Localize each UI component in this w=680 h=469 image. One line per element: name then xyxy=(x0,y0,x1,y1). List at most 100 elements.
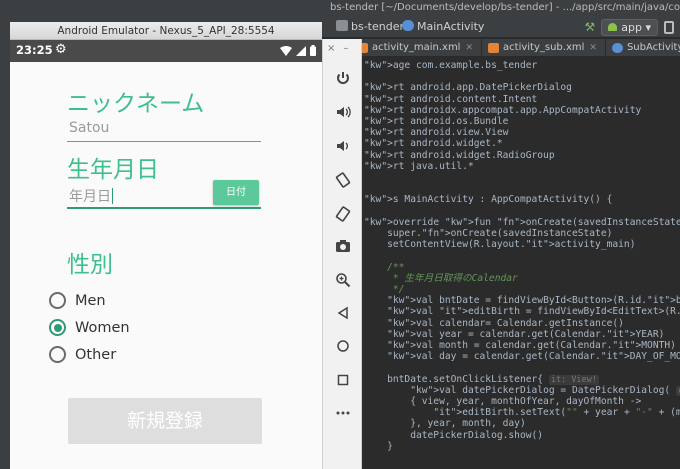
date-button[interactable]: 日付 xyxy=(213,180,259,205)
ide-window-title: bs-tender [~/Documents/develop/bs-tender… xyxy=(0,0,680,16)
breadcrumb-class[interactable]: MainActivity xyxy=(402,20,484,33)
zoom-icon xyxy=(336,273,351,288)
back-triangle-icon xyxy=(337,306,348,320)
rotate-right-button[interactable] xyxy=(323,203,363,225)
status-time: 23:25 xyxy=(16,43,53,57)
power-icon xyxy=(337,72,349,84)
code-editor[interactable]: "kw">age com.example.bs_tender "kw">rt an… xyxy=(350,57,680,469)
birthdate-placeholder: 年月日 xyxy=(69,189,111,205)
build-hammer-icon[interactable]: ⚒ xyxy=(584,20,595,34)
text-cursor xyxy=(112,188,113,204)
tab-activity-sub[interactable]: activity_sub.xml ✕ xyxy=(482,39,606,57)
run-toolbar: ⚒ app ▾ xyxy=(584,18,680,36)
tab-label: activity_main.xml xyxy=(372,42,461,53)
minimize-icon[interactable]: – xyxy=(343,43,356,54)
volume-up-button[interactable] xyxy=(323,101,363,123)
more-button[interactable] xyxy=(323,402,363,424)
radio-men[interactable]: Men xyxy=(49,292,106,309)
code-line: "kw">override "kw">fun "fn">onCreate(sav… xyxy=(364,216,680,228)
code-line: } xyxy=(364,440,393,452)
gender-label: 性別 xyxy=(67,252,113,278)
tab-activity-main[interactable]: activity_main.xml ✕ xyxy=(351,39,483,57)
signal-icon xyxy=(296,45,306,56)
register-button[interactable]: 新規登録 xyxy=(68,398,262,444)
param-hint: it: View! xyxy=(548,374,599,385)
rotate-left-icon xyxy=(335,172,351,188)
android-status-bar: 23:25 ⚙ xyxy=(10,40,322,62)
close-icon[interactable]: ✕ xyxy=(589,39,597,57)
code-line: "kw">val datePickerDialog = DatePickerDi… xyxy=(364,385,680,396)
code-line: setContentView(R.layout."it">activity_ma… xyxy=(364,239,636,251)
volume-down-button[interactable] xyxy=(323,135,363,157)
kotlin-class-icon xyxy=(611,43,623,53)
code-line: bntDate.setOnClickListener{ it: View! xyxy=(364,373,599,385)
tab-label: activity_sub.xml xyxy=(503,42,585,53)
code-line: */ xyxy=(364,284,405,295)
code-line: "kw">rt android.content.Intent xyxy=(364,93,538,105)
volume-down-icon xyxy=(337,141,348,151)
breadcrumb-project-label: bs-tender xyxy=(351,20,405,33)
more-dots-icon xyxy=(336,411,350,415)
editor-tabs: activity_main.xml ✕ activity_sub.xml ✕ Sub… xyxy=(350,39,680,57)
overview-button[interactable] xyxy=(323,369,363,391)
ide-left-panel xyxy=(0,16,10,469)
code-line: "kw">val day = calendar.get(Calendar."it… xyxy=(387,351,680,363)
code-line: "kw">rt android.view.View xyxy=(364,127,509,139)
param-hint: context: xyxy=(675,385,680,396)
close-icon[interactable]: × xyxy=(327,43,343,54)
code-line: "it">editBirth.setText("" + year + "-" +… xyxy=(433,407,680,419)
radio-other[interactable]: Other xyxy=(49,346,116,363)
code-line: "kw">s MainActivity : AppCompatActivity(… xyxy=(364,194,613,206)
home-button[interactable] xyxy=(323,335,363,357)
code-line: /** xyxy=(364,261,405,273)
volume-up-icon xyxy=(337,106,351,118)
emulator-window-title: Android Emulator - Nexus_5_API_28:5554 xyxy=(10,22,322,40)
radio-label: Women xyxy=(75,319,130,336)
breadcrumb-class-label: MainActivity xyxy=(417,20,485,33)
birthdate-label: 生年月日 xyxy=(67,157,159,183)
tab-label: SubActivity.kt xyxy=(626,42,680,53)
radio-label: Other xyxy=(75,346,117,363)
radio-circle-checked xyxy=(49,319,66,336)
screenshot-button[interactable] xyxy=(323,235,363,257)
back-button[interactable] xyxy=(323,302,363,324)
tab-sub-activity[interactable]: SubActivity.kt xyxy=(606,39,680,57)
run-config-select[interactable]: app ▾ xyxy=(601,18,658,36)
camera-icon xyxy=(336,240,350,252)
code-line: datePickerDialog.show() xyxy=(364,429,544,441)
overview-square-icon xyxy=(337,374,349,386)
battery-icon xyxy=(310,45,316,56)
code-line: "kw">rt androidx.appcompat.app.AppCompat… xyxy=(364,104,642,116)
nickname-label: ニックネーム xyxy=(67,91,205,117)
code-line: "kw">val month = calendar.get(Calendar."… xyxy=(387,340,676,351)
rotate-left-button[interactable] xyxy=(323,169,363,191)
breadcrumb-project[interactable]: bs-tender xyxy=(336,20,404,33)
radio-circle xyxy=(49,292,66,309)
code-line: * 生年月日取得のCalendar xyxy=(364,272,518,284)
nickname-field[interactable]: Satou xyxy=(67,120,261,142)
power-button[interactable] xyxy=(323,67,363,89)
radio-women[interactable]: Women xyxy=(49,319,130,336)
zoom-button[interactable] xyxy=(323,269,363,291)
code-line: "kw">rt android.widget.RadioGroup xyxy=(364,149,555,161)
wifi-icon xyxy=(280,45,292,56)
device-icon[interactable] xyxy=(664,20,674,34)
code-line: "kw">age com.example.bs_tender xyxy=(364,60,538,71)
code-line: }, year, month, day) xyxy=(364,418,526,430)
emulator-window-controls: ×– xyxy=(327,43,356,54)
code-line: "kw">val calendar= Calendar.getInstance(… xyxy=(387,317,624,329)
folder-icon xyxy=(336,20,348,31)
android-icon xyxy=(608,22,618,31)
status-icons xyxy=(280,45,316,56)
close-icon[interactable]: ✕ xyxy=(465,39,473,57)
code-line: "kw">rt android.widget.* xyxy=(364,138,503,150)
app-screen: ニックネーム Satou 生年月日 年月日 日付 性別 Men Women Ot… xyxy=(10,62,322,469)
nickname-value: Satou xyxy=(69,120,110,136)
code-line: { view, year, monthOfYear, dayOfMonth -> xyxy=(364,396,642,407)
code-line: "kw">rt android.app.DatePickerDialog xyxy=(364,82,572,94)
gear-icon: ⚙ xyxy=(55,42,67,57)
code-line: super."fn">onCreate(savedInstanceState) xyxy=(364,228,613,239)
home-circle-icon xyxy=(337,340,349,352)
code-line: "kw">val "it">editBirth = findViewById<E… xyxy=(387,306,680,318)
code-line: "kw">rt java.util.* xyxy=(364,160,474,172)
